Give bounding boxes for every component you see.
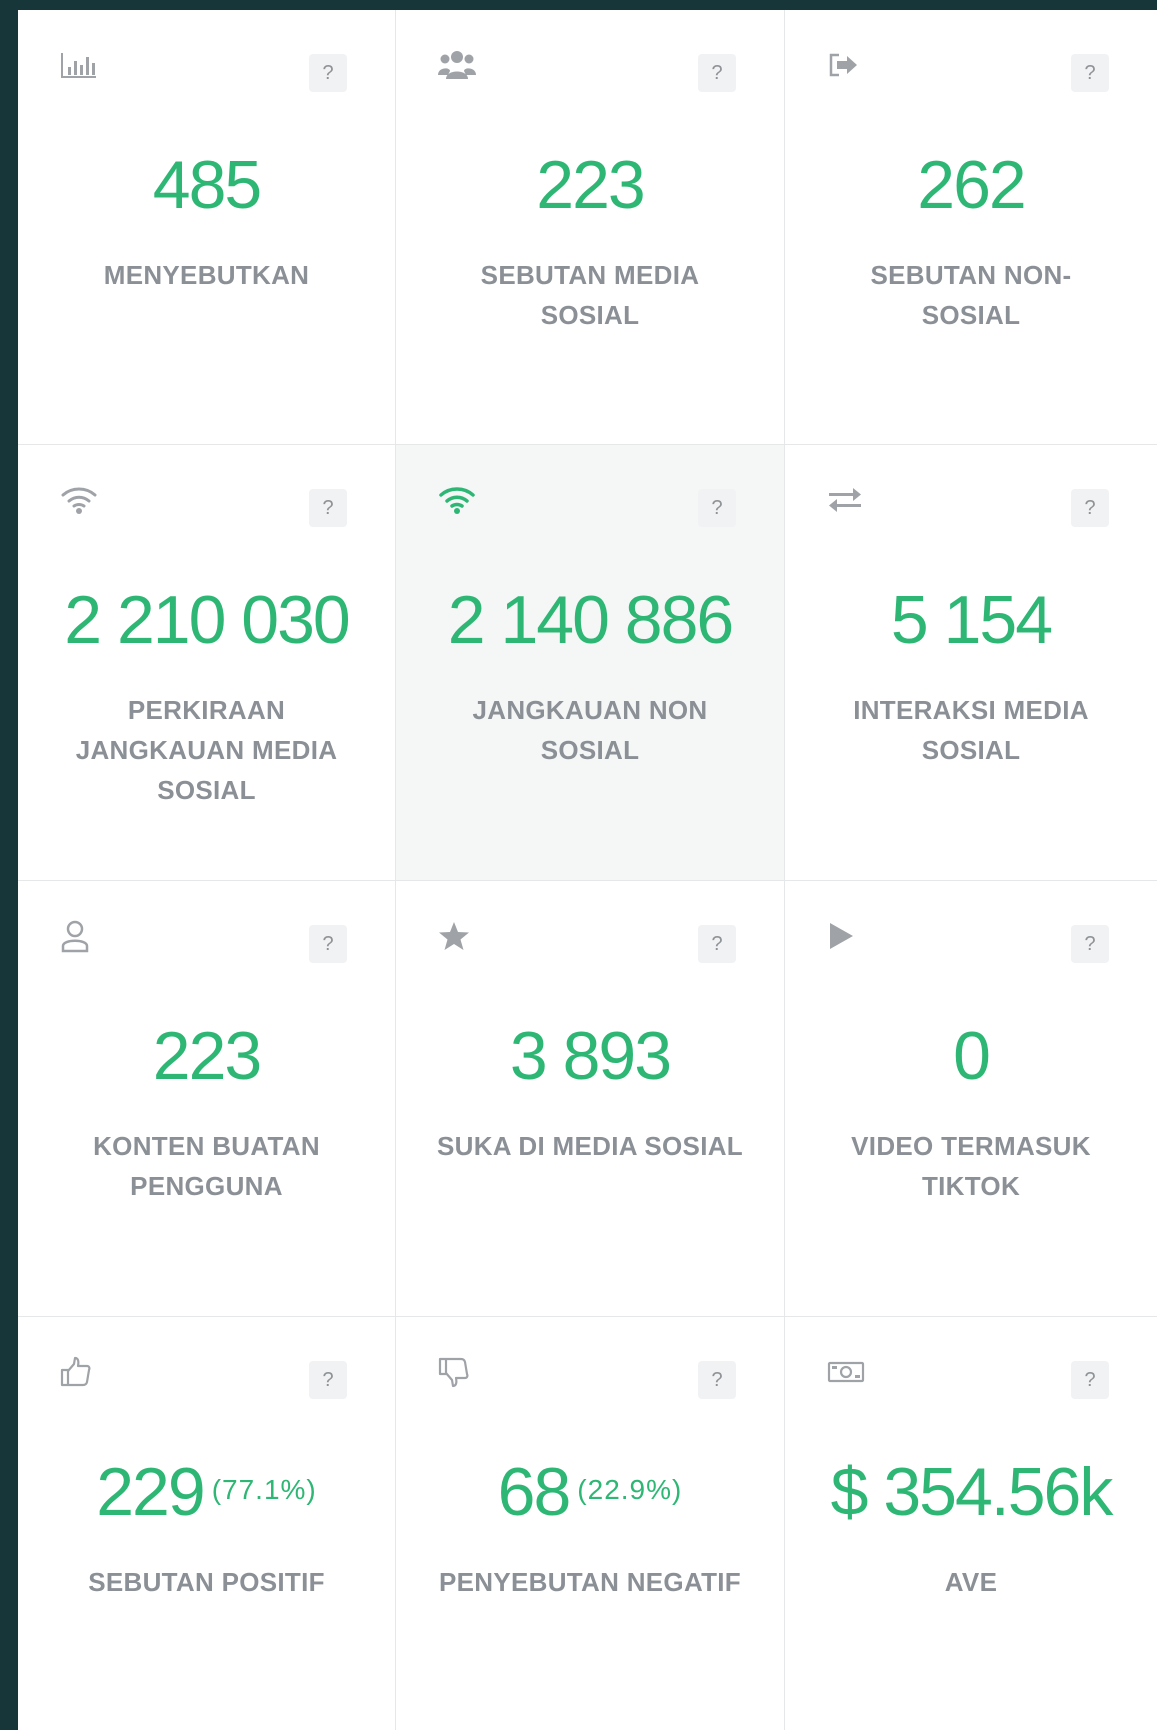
metric-tile-mentions[interactable]: ? 485 MENYEBUTKAN bbox=[18, 10, 396, 445]
metric-label: SEBUTAN NON-SOSIAL bbox=[870, 260, 1072, 330]
thumbs-up-icon bbox=[60, 1355, 98, 1389]
help-button[interactable]: ? bbox=[309, 54, 347, 92]
play-icon bbox=[827, 919, 865, 953]
metric-label: INTERAKSI MEDIA SOSIAL bbox=[853, 695, 1089, 765]
metric-tile-positive-mentions[interactable]: ? 229 (77.1%) SEBUTAN POSITIF bbox=[18, 1317, 396, 1730]
wifi-icon bbox=[438, 483, 476, 517]
metric-tile-negative-mentions[interactable]: ? 68 (22.9%) PENYEBUTAN NEGATIF bbox=[396, 1317, 785, 1730]
help-button[interactable]: ? bbox=[309, 489, 347, 527]
metric-number: 68 bbox=[497, 1454, 572, 1530]
metric-tile-ave[interactable]: ? $ 354.56k AVE bbox=[785, 1317, 1157, 1730]
metric-value: 3 893 bbox=[509, 1018, 672, 1094]
metric-value: 68 (22.9%) bbox=[396, 1447, 784, 1537]
help-button[interactable]: ? bbox=[1071, 54, 1109, 92]
metric-value: 229 (77.1%) bbox=[18, 1447, 395, 1537]
help-button[interactable]: ? bbox=[698, 1361, 736, 1399]
metric-tile-social-likes[interactable]: ? 3 893 SUKA DI MEDIA SOSIAL bbox=[396, 881, 785, 1317]
metric-value: 262 bbox=[917, 147, 1026, 223]
metric-label: JANGKAUAN NON SOSIAL bbox=[472, 695, 708, 765]
metric-value: 223 bbox=[152, 1018, 262, 1094]
money-icon bbox=[827, 1355, 865, 1389]
star-icon bbox=[438, 919, 476, 953]
metric-label: AVE bbox=[944, 1567, 998, 1597]
user-icon bbox=[60, 919, 98, 953]
metric-value: 5 154 bbox=[890, 582, 1053, 658]
bar-chart-icon bbox=[60, 48, 98, 82]
metric-tile-user-generated-content[interactable]: ? 223 KONTEN BUATAN PENGGUNA bbox=[18, 881, 396, 1317]
sign-out-icon bbox=[827, 48, 865, 82]
help-button[interactable]: ? bbox=[698, 54, 736, 92]
help-button[interactable]: ? bbox=[1071, 489, 1109, 527]
exchange-icon bbox=[827, 483, 865, 517]
wifi-icon bbox=[60, 483, 98, 517]
help-button[interactable]: ? bbox=[309, 1361, 347, 1399]
help-button[interactable]: ? bbox=[1071, 1361, 1109, 1399]
users-icon bbox=[438, 48, 476, 82]
metric-tile-non-social-reach[interactable]: ? 2 140 886 JANGKAUAN NON SOSIAL bbox=[396, 445, 785, 881]
metric-value: 2 140 886 bbox=[447, 582, 735, 658]
help-button[interactable]: ? bbox=[309, 925, 347, 963]
help-button[interactable]: ? bbox=[1071, 925, 1109, 963]
help-button[interactable]: ? bbox=[698, 489, 736, 527]
metric-percent: (22.9%) bbox=[577, 1474, 683, 1505]
metric-value: 2 210 030 bbox=[64, 582, 351, 658]
thumbs-down-icon bbox=[438, 1355, 476, 1389]
metric-value: $ 354.56k bbox=[830, 1454, 1114, 1530]
metric-label: SEBUTAN POSITIF bbox=[88, 1567, 325, 1597]
metric-tile-social-mentions[interactable]: ? 223 SEBUTAN MEDIA SOSIAL bbox=[396, 10, 785, 445]
metric-percent: (77.1%) bbox=[211, 1474, 317, 1505]
metric-tile-videos[interactable]: ? 0 VIDEO TERMASUK TIKTOK bbox=[785, 881, 1157, 1317]
metric-tile-social-reach[interactable]: ? 2 210 030 PERKIRAAN JANGKAUAN MEDIA SO… bbox=[18, 445, 396, 881]
metric-label: SUKA DI MEDIA SOSIAL bbox=[437, 1131, 743, 1161]
metric-label: VIDEO TERMASUK TIKTOK bbox=[851, 1131, 1091, 1201]
metrics-grid: ? 485 MENYEBUTKAN ? 223 SEBUTAN MEDIA SO… bbox=[18, 10, 1157, 1730]
metric-label: MENYEBUTKAN bbox=[103, 260, 310, 290]
metric-value: 485 bbox=[152, 147, 262, 223]
metric-value: 0 bbox=[953, 1018, 991, 1094]
metric-label: KONTEN BUATAN PENGGUNA bbox=[93, 1131, 320, 1201]
metric-tile-social-interactions[interactable]: ? 5 154 INTERAKSI MEDIA SOSIAL bbox=[785, 445, 1157, 881]
metric-label: PENYEBUTAN NEGATIF bbox=[438, 1567, 741, 1597]
metrics-panel: ? 485 MENYEBUTKAN ? 223 SEBUTAN MEDIA SO… bbox=[18, 10, 1157, 1730]
help-button[interactable]: ? bbox=[698, 925, 736, 963]
metric-number: 229 bbox=[96, 1454, 205, 1530]
metric-tile-non-social-mentions[interactable]: ? 262 SEBUTAN NON-SOSIAL bbox=[785, 10, 1157, 445]
metric-label: SEBUTAN MEDIA SOSIAL bbox=[480, 260, 700, 330]
metric-label: PERKIRAAN JANGKAUAN MEDIA SOSIAL bbox=[75, 695, 338, 805]
metric-value: 223 bbox=[536, 147, 645, 223]
